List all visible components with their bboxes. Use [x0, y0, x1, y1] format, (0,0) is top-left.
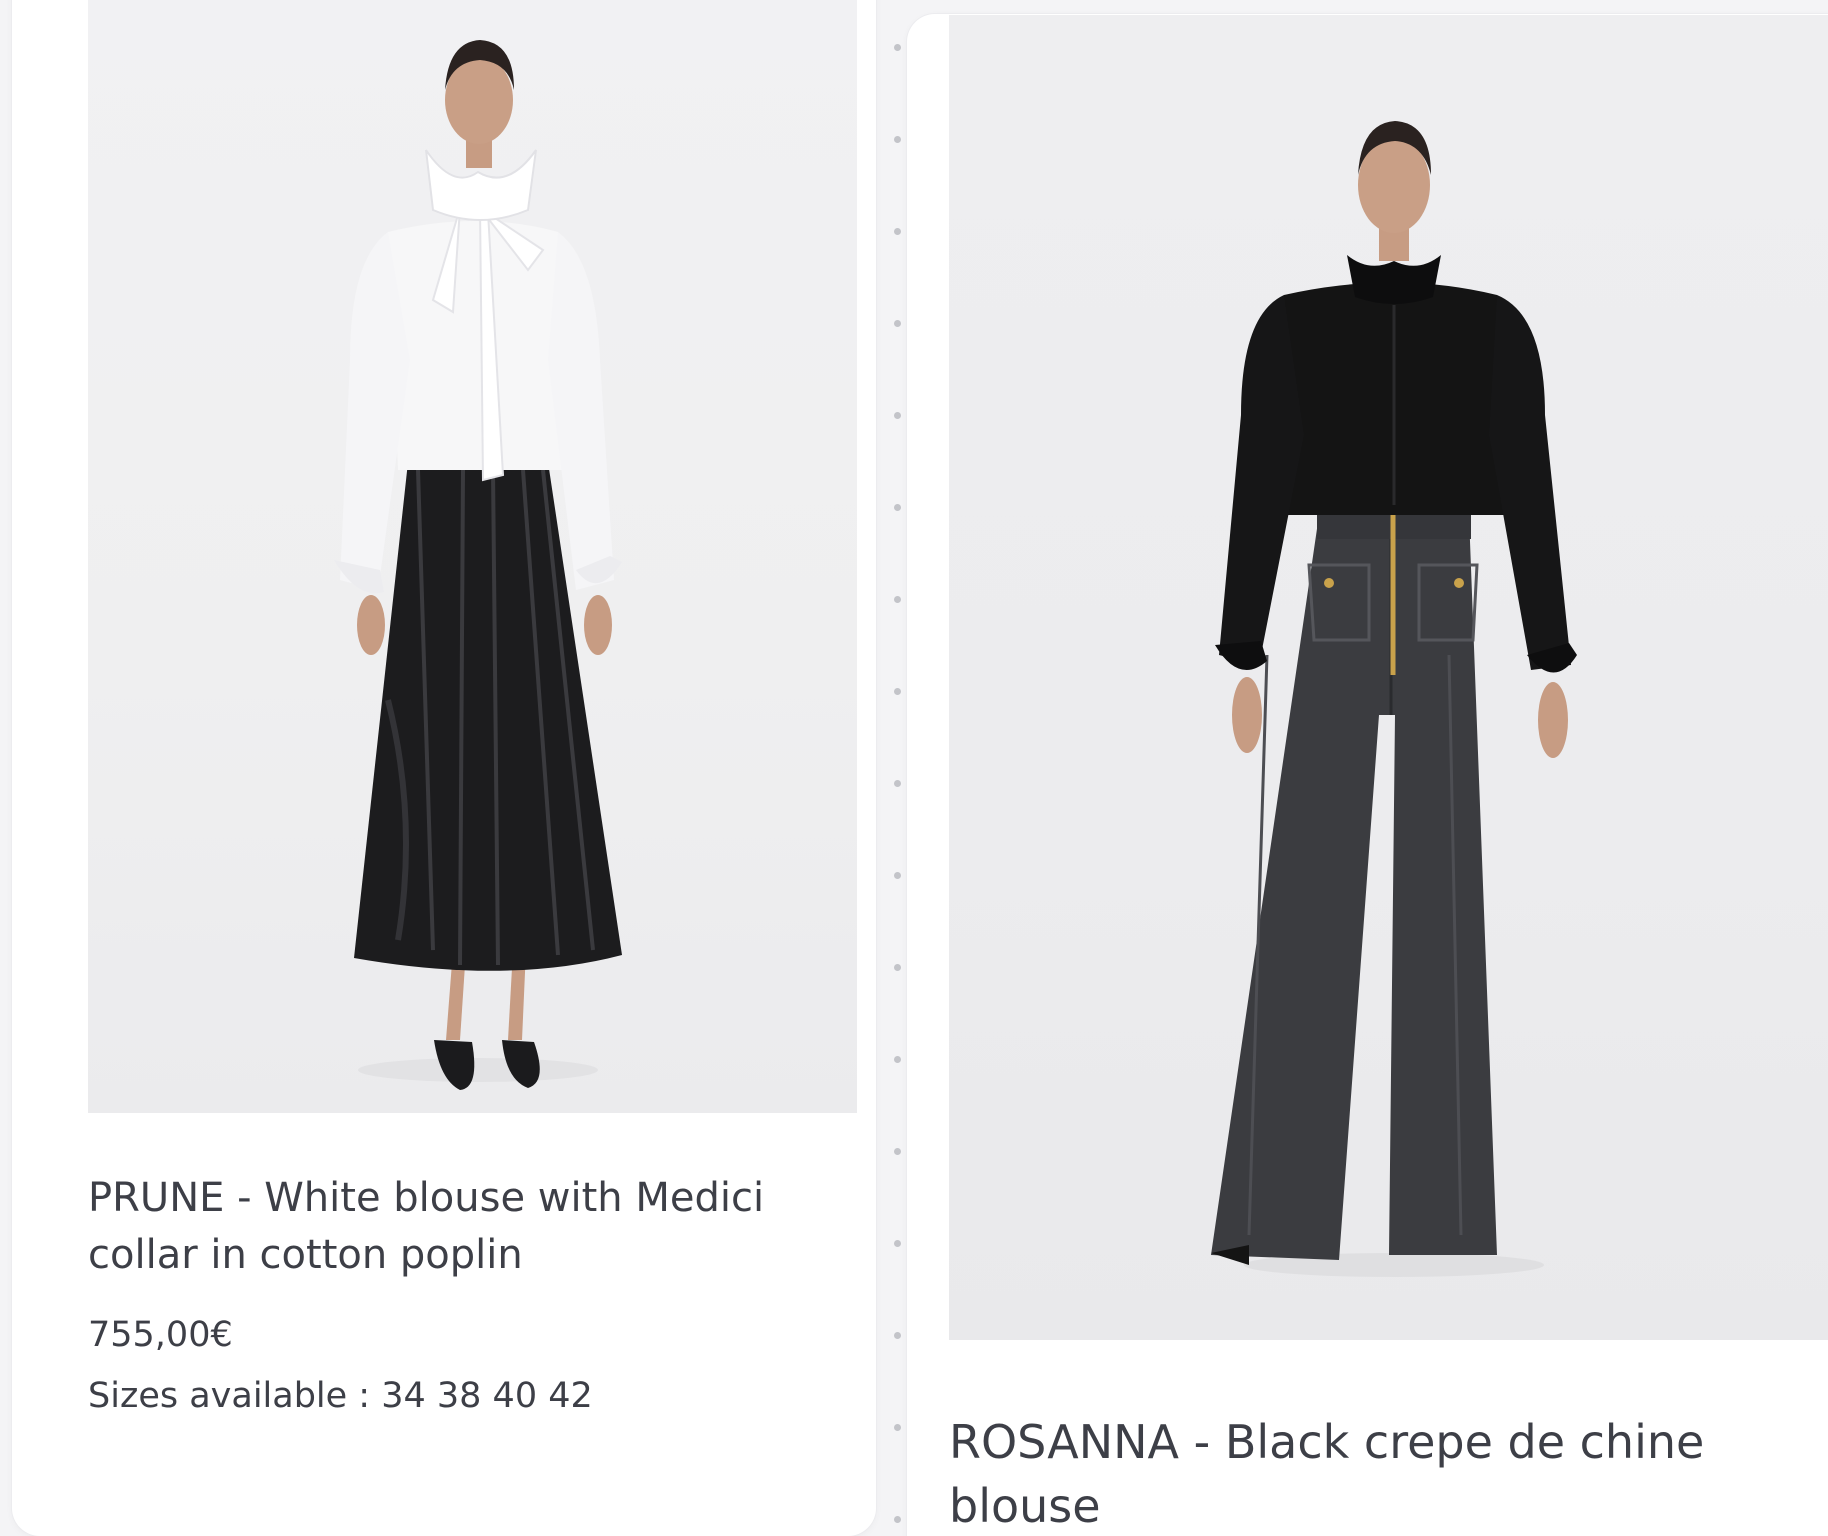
- product-title[interactable]: ROSANNA - Black crepe de chine blouse: [949, 1410, 1828, 1536]
- scroll-dot: [894, 1332, 901, 1339]
- product-sizes: Sizes available : 34 38 40 42: [88, 1376, 593, 1416]
- scroll-dot: [894, 1516, 901, 1523]
- product-card-rosanna[interactable]: ROSANNA - Black crepe de chine blouse: [907, 14, 1828, 1536]
- scroll-dot: [894, 596, 901, 603]
- model-illustration-prune: [334, 40, 622, 1090]
- scroll-dot: [894, 1424, 901, 1431]
- scroll-dot: [894, 504, 901, 511]
- model-illustration-rosanna: [1211, 121, 1577, 1277]
- scroll-indicator: [891, 0, 903, 1536]
- scroll-dot: [894, 780, 901, 787]
- product-image-prune[interactable]: [88, 0, 857, 1113]
- scroll-dot: [894, 412, 901, 419]
- scroll-dot: [894, 1056, 901, 1063]
- product-grid: PRUNE - White blouse with Medici collar …: [0, 0, 1828, 1536]
- scroll-dot: [894, 228, 901, 235]
- scroll-dot: [894, 44, 901, 51]
- product-card-prune[interactable]: PRUNE - White blouse with Medici collar …: [12, 0, 876, 1536]
- scroll-dot: [894, 1240, 901, 1247]
- scroll-dot: [894, 320, 901, 327]
- scroll-dot: [894, 964, 901, 971]
- scroll-dot: [894, 872, 901, 879]
- scroll-dot: [894, 1148, 901, 1155]
- scroll-dot: [894, 688, 901, 695]
- product-image-rosanna[interactable]: [949, 15, 1828, 1340]
- scroll-dot: [894, 136, 901, 143]
- product-title[interactable]: PRUNE - White blouse with Medici collar …: [88, 1170, 848, 1284]
- product-price: 755,00€: [88, 1315, 233, 1355]
